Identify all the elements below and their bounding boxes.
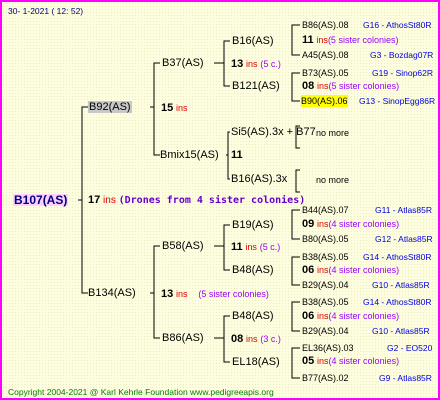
gen3-sis-0: (5 sister colonies): [327, 35, 399, 45]
gen4-left-9: B29(AS).04: [302, 326, 349, 336]
gen4-left-10: EL36(AS).03: [302, 343, 354, 353]
gen3-node-1: B121(AS): [232, 80, 280, 92]
gen3-node-0: B16(AS): [232, 35, 274, 47]
root-inbreeding: 17 ins (Drones from 4 sister colonies): [88, 194, 305, 207]
pedigree-frame: 30- 1-2021 ( 12: 52) B107(AS) 17 ins (Dr…: [0, 0, 440, 400]
gen3-insword-7: ins: [317, 356, 329, 366]
gen3-node-2: Si5(AS).3x + B77: [231, 126, 316, 138]
gen4-left-2: B73(AS).05: [302, 68, 349, 78]
gen2-ins-0: 13 ins (5 c.): [231, 58, 281, 71]
gen1-insword-1: ins: [176, 289, 188, 299]
gen3-sis-1: (5 sister colonies): [328, 81, 400, 91]
gen4-left-3: B90(AS).06: [301, 95, 348, 107]
gen4-left-8: B38(AS).05: [302, 297, 349, 307]
gen3-num-6: 06: [302, 310, 315, 322]
gen3-ins-4: 09 ins(4 sister colonies): [302, 218, 399, 231]
gen4-right-2: G19 - Sinop62R: [372, 68, 433, 78]
gen4-left-4: B44(AS).07: [302, 205, 349, 215]
gen2-node-1: Bmix15(AS): [160, 149, 219, 161]
gen2-sis-3: (3 c.): [260, 334, 281, 344]
gen3-node-5: B48(AS): [232, 264, 274, 276]
gen1-num-1: 13: [161, 288, 174, 300]
gen3-ins-7: 05 ins(4 sister colonies): [302, 355, 399, 368]
gen4-right-3: G13 - SinopEgg86R: [359, 96, 436, 106]
gen3-insword-6: ins: [317, 311, 329, 321]
gen1-insword-0: ins: [176, 103, 188, 113]
gen1-node-0: B92(AS): [88, 101, 132, 113]
gen2-node-2: B58(AS): [162, 240, 204, 252]
gen4-left-1: A45(AS).08: [302, 50, 349, 60]
gen3-sis-5: (4 sister colonies): [328, 265, 400, 275]
gen2-insword-3: ins: [246, 334, 258, 344]
gen3-num-4: 09: [302, 218, 315, 230]
gen2-ins-2: 11 ins (5 c.): [231, 241, 280, 254]
gen4-left-5: B80(AS).05: [302, 234, 349, 244]
root-drones: (Drones from 4 sister colonies): [118, 195, 306, 206]
gen2-insword-2: ins: [245, 242, 257, 252]
gen3-insword-4: ins: [317, 219, 329, 229]
gen3-node-7: EL18(AS): [232, 356, 280, 368]
gen2-sis-2: (5 c.): [259, 242, 281, 252]
gen3-node-3: B16(AS).3x: [231, 173, 288, 185]
gen2-num-0: 13: [231, 58, 244, 70]
header-timestamp: 30- 1-2021 ( 12: 52): [8, 6, 84, 16]
gen4-right-6: G14 - AthosSt80R: [363, 252, 432, 262]
gen2-node-0: B37(AS): [162, 57, 204, 69]
root-node: B107(AS): [13, 193, 69, 207]
gen2-num-2: 11: [231, 241, 243, 253]
gen3-node-6: B48(AS): [232, 310, 274, 322]
gen3-ins-6: 06 ins(4 sister colonies): [302, 310, 399, 323]
gen4-right-11: G9 - Atlas85R: [379, 373, 432, 383]
footer-copyright: Copyright 2004-2021 @ Karl Kehrle Founda…: [8, 387, 274, 397]
gen4-left-11: B77(AS).02: [302, 373, 349, 383]
gen2-num-3: 08: [231, 333, 244, 345]
gen1-ins-1: 13 ins (5 sister colonies): [161, 288, 269, 301]
gen3-ins-5: 06 ins(4 sister colonies): [302, 264, 399, 277]
gen3-node-4: B19(AS): [232, 219, 274, 231]
gen4-right-0: G16 - AthosSt80R: [363, 20, 432, 30]
gen4-right-4: G11 - Atlas85R: [375, 205, 433, 215]
gen4-right-7: G10 - Atlas85R: [372, 280, 430, 290]
gen3-num-5: 06: [302, 264, 315, 276]
gen1-node-1: B134(AS): [88, 287, 136, 299]
gen3-insword-0: ins: [316, 35, 328, 45]
gen4-right-8: G14 - AthosSt80R: [363, 297, 432, 307]
gen2-sis-0: (5 c.): [260, 59, 281, 69]
gen3-num-1: 08: [302, 80, 315, 92]
gen3-ins-1: 08 ins(5 sister colonies): [302, 80, 399, 93]
gen2-ins-3: 08 ins (3 c.): [231, 333, 281, 346]
gen4-right-1: G3 - Bozdag07R: [370, 50, 434, 60]
gen3-num-7: 05: [302, 355, 315, 367]
gen2-insword-0: ins: [246, 59, 258, 69]
gen4-right-9: G10 - Atlas85R: [372, 326, 430, 336]
gen1-ins-0: 15 ins: [161, 102, 188, 115]
gen4-right-5: G12 - Atlas85R: [375, 234, 433, 244]
no-more-0: no more: [316, 128, 350, 138]
gen3-ins-0: 11 ins(5 sister colonies): [302, 34, 398, 47]
gen3-sis-6: (4 sister colonies): [328, 311, 400, 321]
gen2-num-1: 11: [231, 149, 243, 161]
root-ins: ins: [103, 195, 116, 206]
gen3-sis-7: (4 sister colonies): [328, 356, 400, 366]
no-more-1: no more: [316, 175, 350, 185]
gen3-insword-5: ins: [317, 265, 329, 275]
gen3-sis-4: (4 sister colonies): [328, 219, 400, 229]
gen3-insword-1: ins: [317, 81, 329, 91]
gen3-num-0: 11: [302, 34, 314, 46]
gen1-sis-1: (5 sister colonies): [198, 289, 269, 299]
gen2-node-3: B86(AS): [162, 332, 204, 344]
gen4-left-6: B38(AS).05: [302, 252, 349, 262]
gen4-left-7: B29(AS).04: [302, 280, 349, 290]
gen4-left-0: B86(AS).08: [302, 20, 349, 30]
root-num: 17: [88, 194, 101, 206]
gen1-num-0: 15: [161, 102, 174, 114]
gen4-right-10: G2 - EO520: [387, 343, 433, 353]
